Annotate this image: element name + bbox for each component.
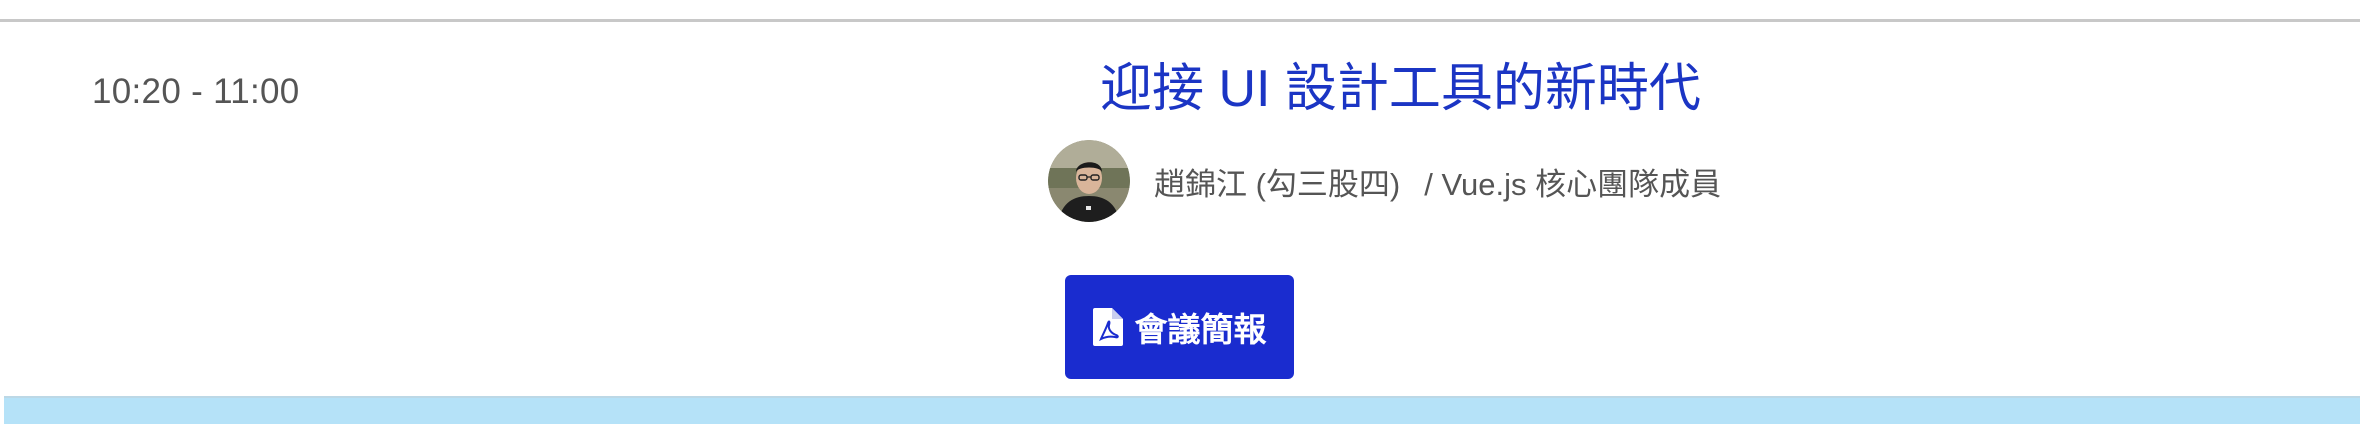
session-title[interactable]: 迎接 UI 設計工具的新時代 bbox=[1100, 50, 2100, 128]
slides-button[interactable]: 會議簡報 bbox=[1065, 275, 1294, 379]
next-section-band bbox=[4, 398, 2360, 424]
speaker-avatar bbox=[1048, 140, 1130, 222]
speaker-info: 趙錦江 (勾三股四) / Vue.js 核心團隊成員 bbox=[1048, 140, 1721, 222]
speaker-name: 趙錦江 (勾三股四) bbox=[1154, 166, 1401, 202]
speaker-role: / Vue.js 核心團隊成員 bbox=[1424, 166, 1722, 202]
pdf-file-icon bbox=[1092, 308, 1123, 346]
session-row: 10:20 - 11:00 迎接 UI 設計工具的新時代 趙錦江 (勾三股四) … bbox=[0, 22, 2360, 396]
speaker-text: 趙錦江 (勾三股四) / Vue.js 核心團隊成員 bbox=[1154, 159, 1721, 204]
slides-button-label: 會議簡報 bbox=[1134, 311, 1267, 348]
agenda-page: 10:20 - 11:00 迎接 UI 設計工具的新時代 趙錦江 (勾三股四) … bbox=[0, 0, 2360, 424]
session-time: 10:20 - 11:00 bbox=[92, 72, 300, 111]
